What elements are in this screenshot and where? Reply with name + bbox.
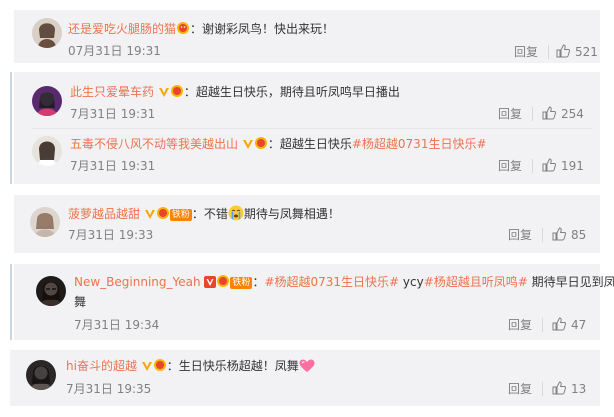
username-link[interactable]: 五毒不侵八风不动等我美越出山 (70, 137, 238, 151)
username-link[interactable]: 此生只爱晕车药 (70, 85, 154, 99)
comment-card: 菠萝越品越甜 铁粉 ：不错 期待与凤舞相遇！ 7月31日 19:33 回复 85 (14, 195, 600, 253)
comment-text: ycy (399, 275, 424, 289)
comment-content: 还是爱吃火腿肠的猫 ：谢谢彩凤鸟！快出来玩！ (68, 21, 334, 37)
crying-face-icon (228, 205, 244, 225)
thumbs-up-icon (542, 106, 557, 120)
comment-content: New_Beginning_Yeah 铁粉 ：#杨超越0731生日快乐# ycy#… (74, 274, 614, 290)
reply-button[interactable]: 回复 (508, 381, 532, 397)
timestamp: 7月31日 19:33 (68, 228, 154, 242)
avatar[interactable] (36, 276, 66, 306)
thumbs-up-icon (552, 381, 567, 395)
reply-button[interactable]: 回复 (508, 227, 532, 243)
comment-card: New_Beginning_Yeah 铁粉 ：#杨超越0731生日快乐# ycy#… (14, 264, 614, 340)
reply-button[interactable]: 回复 (514, 44, 538, 60)
username-link[interactable]: 菠萝越品越甜 (68, 207, 140, 221)
topic-link[interactable]: #杨超越0731生日快乐# (264, 275, 399, 289)
like-button[interactable]: 191 (542, 158, 584, 174)
divider (548, 45, 549, 59)
verified-v-icon (204, 276, 217, 288)
heart-icon (299, 359, 315, 377)
like-count: 191 (561, 159, 584, 173)
verified-v-icon (158, 86, 170, 98)
thumbs-up-icon (556, 44, 571, 58)
timestamp: 7月31日 19:31 (70, 159, 156, 173)
avatar[interactable] (32, 18, 62, 48)
reply-button[interactable]: 回复 (498, 106, 522, 122)
thumbs-up-icon (552, 227, 567, 241)
verified-v-icon (141, 360, 153, 372)
like-button[interactable]: 85 (552, 227, 586, 243)
crown-icon (170, 84, 184, 98)
like-button[interactable]: 521 (556, 44, 598, 60)
like-button[interactable]: 47 (552, 317, 586, 333)
reply-button[interactable]: 回复 (508, 317, 532, 333)
comment-card: 还是爱吃火腿肠的猫 ：谢谢彩凤鸟！快出来玩！ 07月31日 19:31 回复 52… (14, 10, 600, 63)
avatar[interactable] (32, 86, 62, 116)
fan-badge: 铁粉 (230, 277, 253, 289)
comment-text: ： (252, 275, 265, 289)
crown-icon (176, 21, 190, 35)
username-link[interactable]: 还是爱吃火腿肠的猫 (68, 22, 176, 36)
comment-text-wrap: 舞 (74, 294, 86, 310)
comment-text: ：超越生日快乐 (267, 137, 352, 151)
like-button[interactable]: 13 (552, 381, 586, 397)
comment-content: 此生只爱晕车药 ：超越生日快乐，期待且听凤鸣早日播出 (70, 84, 400, 100)
comment-text: ：不错 (191, 207, 228, 221)
divider (532, 107, 533, 121)
verified-v-icon (144, 208, 156, 220)
comment-text: ：生日快乐杨超越！凤舞 (166, 359, 299, 373)
crown-icon (254, 136, 268, 150)
thumbs-up-icon (552, 317, 567, 331)
comment-text: ：超越生日快乐，期待且听凤鸣早日播出 (183, 85, 400, 99)
thumbs-up-icon (542, 158, 557, 172)
comment-text: ：谢谢彩凤鸟！快出来玩！ (190, 22, 335, 36)
divider (542, 228, 543, 242)
divider (542, 382, 543, 396)
topic-link[interactable]: #杨超越0731生日快乐# (352, 137, 487, 151)
timestamp: 7月31日 19:31 (70, 107, 156, 121)
comment-card: 此生只爱晕车药 ：超越生日快乐，期待且听凤鸣早日播出 7月31日 19:31 回… (14, 72, 600, 184)
comment-text: 舞 (74, 295, 87, 309)
like-count: 47 (571, 318, 587, 332)
verified-v-icon (242, 138, 254, 150)
comment-content: 五毒不侵八风不动等我美越出山 ：超越生日快乐#杨超越0731生日快乐# (70, 136, 487, 152)
reply-divider (32, 128, 592, 129)
comment-card: hi奋斗的超越 ：生日快乐杨超越！凤舞 7月31日 19:35 回复 13 (10, 350, 600, 406)
username-link[interactable]: hi奋斗的超越 (66, 359, 137, 373)
like-count: 85 (571, 228, 587, 242)
avatar[interactable] (32, 136, 62, 166)
divider (532, 159, 533, 173)
comment-text: 期待与凤舞相遇！ (243, 207, 340, 221)
crown-icon (153, 358, 167, 372)
comment-text: 期待早日见到凤 (527, 275, 614, 289)
thread-accent (10, 72, 12, 184)
avatar[interactable] (26, 360, 56, 390)
thread-accent (10, 264, 12, 340)
timestamp: 7月31日 19:35 (66, 382, 152, 396)
comment-content: hi奋斗的超越 ：生日快乐杨超越！凤舞 (66, 358, 315, 377)
like-count: 13 (571, 382, 587, 396)
crown-icon (156, 206, 170, 220)
fan-badge: 铁粉 (169, 209, 192, 221)
like-count: 254 (561, 107, 584, 121)
crown-icon (216, 274, 230, 288)
divider (542, 318, 543, 332)
avatar[interactable] (30, 207, 60, 237)
like-count: 521 (575, 45, 598, 59)
topic-link[interactable]: #杨超越且听凤鸣# (424, 275, 528, 289)
comment-content: 菠萝越品越甜 铁粉 ：不错 期待与凤舞相遇！ (68, 205, 340, 225)
timestamp: 07月31日 19:31 (68, 44, 161, 58)
username-link[interactable]: New_Beginning_Yeah (74, 275, 201, 289)
reply-button[interactable]: 回复 (498, 158, 522, 174)
like-button[interactable]: 254 (542, 106, 584, 122)
timestamp: 7月31日 19:34 (74, 318, 160, 332)
